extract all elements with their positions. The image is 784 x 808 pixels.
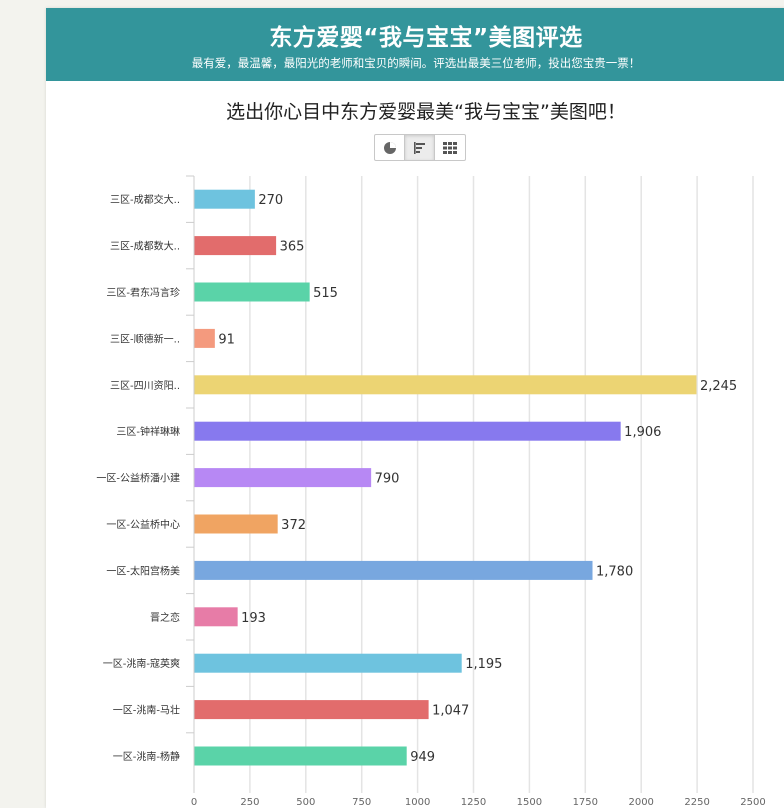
value-label: 270 xyxy=(258,193,283,208)
bar[interactable] xyxy=(194,421,621,441)
bar[interactable] xyxy=(194,746,407,766)
bar-chart: 0 250 500 750 1000 1250 1500 1750 2000 2250 2500 三区… xyxy=(96,175,766,808)
category-label: 一区-洮南-马壮 xyxy=(113,704,180,717)
value-label: 1,195 xyxy=(465,657,502,672)
value-label: 372 xyxy=(281,518,306,533)
bar[interactable] xyxy=(194,560,593,580)
x-tick-label: 1500 xyxy=(517,797,542,808)
category-label: 三区-成都数大.. xyxy=(110,240,180,253)
bar[interactable] xyxy=(194,607,238,627)
value-label: 1,906 xyxy=(624,425,661,440)
x-tick-label: 2000 xyxy=(628,797,653,808)
x-tick-label: 0 xyxy=(191,797,197,808)
bar[interactable] xyxy=(194,653,462,673)
value-label: 91 xyxy=(218,332,235,347)
value-label: 1,047 xyxy=(432,704,469,719)
category-label: 一区-洮南-寇英爽 xyxy=(103,657,180,670)
value-label: 193 xyxy=(241,611,266,626)
value-label: 365 xyxy=(280,240,305,255)
category-label: 一区-洮南-杨静 xyxy=(113,750,180,763)
x-tick-label: 1750 xyxy=(573,797,598,808)
category-label: 三区-钟祥琳琳 xyxy=(116,425,180,438)
x-tick-label: 500 xyxy=(296,797,315,808)
value-label: 1,780 xyxy=(596,564,633,579)
category-label: 晋之恋 xyxy=(150,611,180,624)
bar[interactable] xyxy=(194,328,215,348)
bar[interactable] xyxy=(194,282,310,302)
bar[interactable] xyxy=(194,375,697,395)
value-label: 515 xyxy=(313,286,338,301)
value-label: 790 xyxy=(375,472,400,487)
bar[interactable] xyxy=(194,700,429,720)
x-tick-label: 1000 xyxy=(405,797,430,808)
x-tick-label: 250 xyxy=(240,797,259,808)
category-label: 一区-公益桥潘小建 xyxy=(96,472,180,485)
category-label: 三区-顺德新一.. xyxy=(110,332,180,345)
x-tick-label: 750 xyxy=(352,797,371,808)
x-tick-label: 2250 xyxy=(684,797,709,808)
bar[interactable] xyxy=(194,236,277,256)
category-label: 三区-四川资阳.. xyxy=(110,380,180,392)
x-tick-label: 2500 xyxy=(740,797,765,808)
bar[interactable] xyxy=(194,189,255,209)
category-label: 三区-成都交大.. xyxy=(110,193,180,206)
poll-card: 东方爱婴“我与宝宝”美图评选 最有爱，最温馨，最阳光的老师和宝贝的瞬间。评选出最… xyxy=(46,8,784,808)
category-label: 三区-君东冯言珍 xyxy=(106,286,180,299)
value-label: 2,245 xyxy=(700,379,737,394)
category-label: 一区-公益桥中心 xyxy=(106,518,180,531)
bar[interactable] xyxy=(194,514,278,534)
category-label: 一区-太阳宫杨美 xyxy=(106,564,180,577)
bar[interactable] xyxy=(194,468,372,488)
x-tick-label: 1250 xyxy=(461,797,486,808)
value-label: 949 xyxy=(410,750,435,765)
